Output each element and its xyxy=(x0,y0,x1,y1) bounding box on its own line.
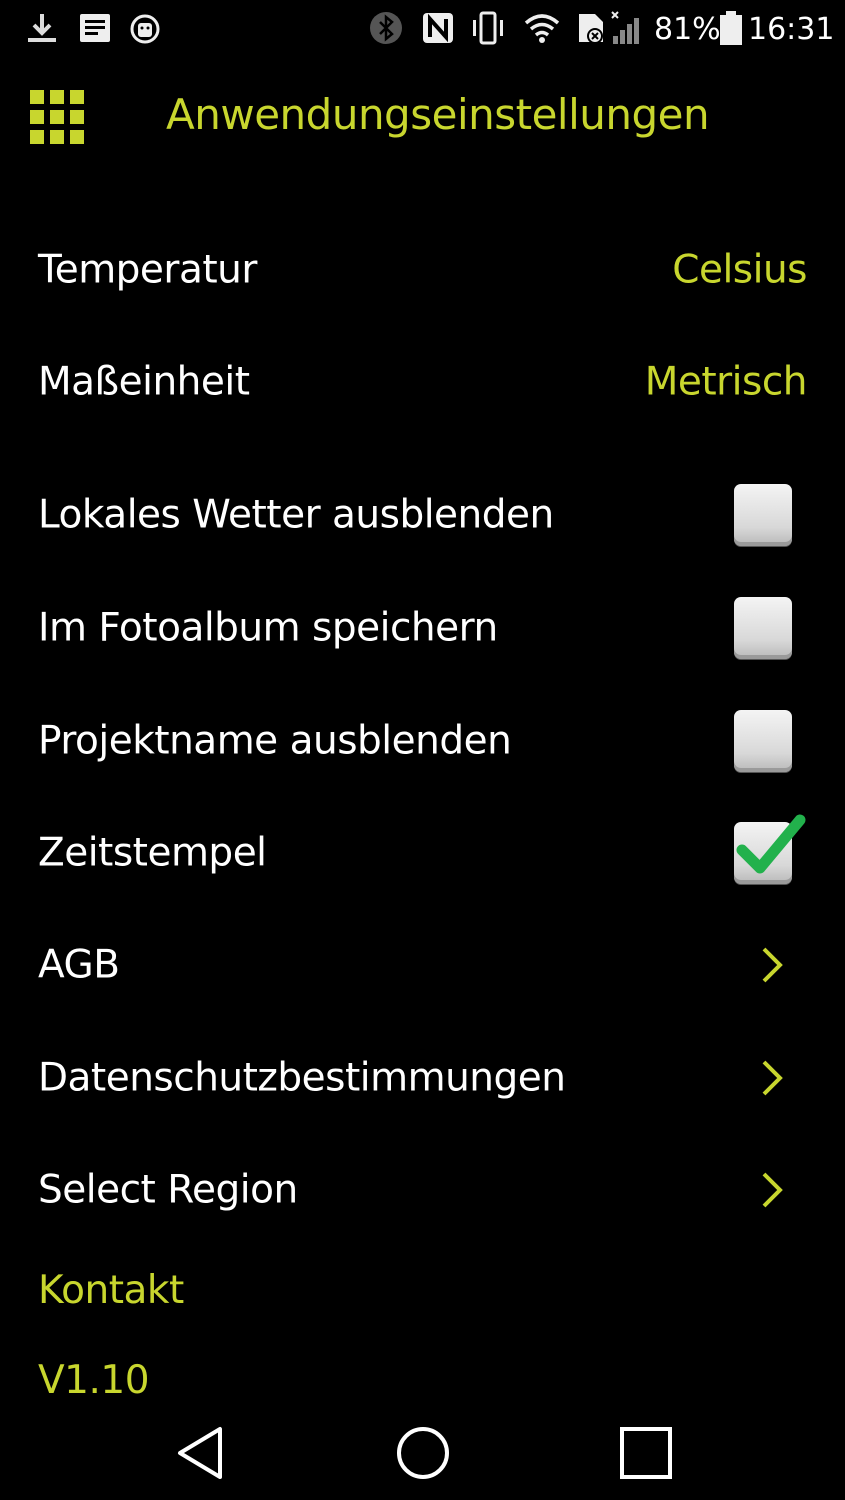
temperature-value[interactable]: Celsius xyxy=(672,248,807,293)
timestamp-checkbox[interactable] xyxy=(734,814,806,884)
status-bar: 81% 16:31 xyxy=(0,0,845,60)
units-row[interactable]: Maßeinheit Metrisch xyxy=(0,332,845,432)
download-icon xyxy=(28,14,56,42)
hide-project-name-label: Projektname ausblenden xyxy=(38,718,512,764)
privacy-row[interactable]: Datenschutzbestimmungen xyxy=(0,1028,845,1128)
units-value[interactable]: Metrisch xyxy=(645,360,808,405)
page-title: Anwendungseinstellungen xyxy=(166,90,710,139)
hide-local-weather-checkbox[interactable] xyxy=(734,484,792,546)
hide-project-name-row[interactable]: Projektname ausblenden xyxy=(0,691,845,791)
contact-link[interactable]: Kontakt xyxy=(38,1268,184,1313)
hide-local-weather-label: Lokales Wetter ausblenden xyxy=(38,492,554,538)
back-icon[interactable] xyxy=(172,1423,232,1483)
terms-row[interactable]: AGB xyxy=(0,915,845,1015)
chevron-right-icon xyxy=(762,1172,783,1208)
save-to-album-checkbox[interactable] xyxy=(734,597,792,659)
timestamp-row[interactable]: Zeitstempel xyxy=(0,803,845,903)
clock: 16:31 xyxy=(748,12,835,47)
vibrate-icon xyxy=(473,11,503,45)
recents-icon[interactable] xyxy=(616,1423,676,1483)
home-icon[interactable] xyxy=(393,1423,453,1483)
battery-icon xyxy=(720,11,742,45)
hide-project-name-checkbox[interactable] xyxy=(734,710,792,772)
android-debug-icon xyxy=(130,14,160,44)
timestamp-label: Zeitstempel xyxy=(38,830,267,876)
privacy-label: Datenschutzbestimmungen xyxy=(38,1055,566,1101)
chevron-right-icon xyxy=(762,947,783,983)
temperature-row[interactable]: Temperatur Celsius xyxy=(0,220,845,320)
navigation-bar xyxy=(0,1405,845,1500)
grid-menu-icon[interactable] xyxy=(30,90,84,144)
chevron-right-icon xyxy=(762,1060,783,1096)
wifi-icon xyxy=(524,14,560,43)
version-label: V1.10 xyxy=(38,1358,150,1403)
battery-percent: 81% xyxy=(654,12,721,47)
notes-icon xyxy=(80,14,110,42)
region-row[interactable]: Select Region xyxy=(0,1140,845,1240)
region-label: Select Region xyxy=(38,1167,298,1213)
temperature-label: Temperatur xyxy=(38,247,257,293)
bluetooth-icon xyxy=(370,12,402,44)
app-header: Anwendungseinstellungen xyxy=(0,60,845,180)
hide-local-weather-row[interactable]: Lokales Wetter ausblenden xyxy=(0,465,845,565)
sd-card-icon xyxy=(579,14,603,44)
terms-label: AGB xyxy=(38,942,120,988)
signal-icon xyxy=(611,11,639,44)
save-to-album-label: Im Fotoalbum speichern xyxy=(38,605,498,651)
nfc-icon xyxy=(423,13,453,43)
save-to-album-row[interactable]: Im Fotoalbum speichern xyxy=(0,578,845,678)
checkmark-icon xyxy=(736,814,806,874)
units-label: Maßeinheit xyxy=(38,359,250,405)
